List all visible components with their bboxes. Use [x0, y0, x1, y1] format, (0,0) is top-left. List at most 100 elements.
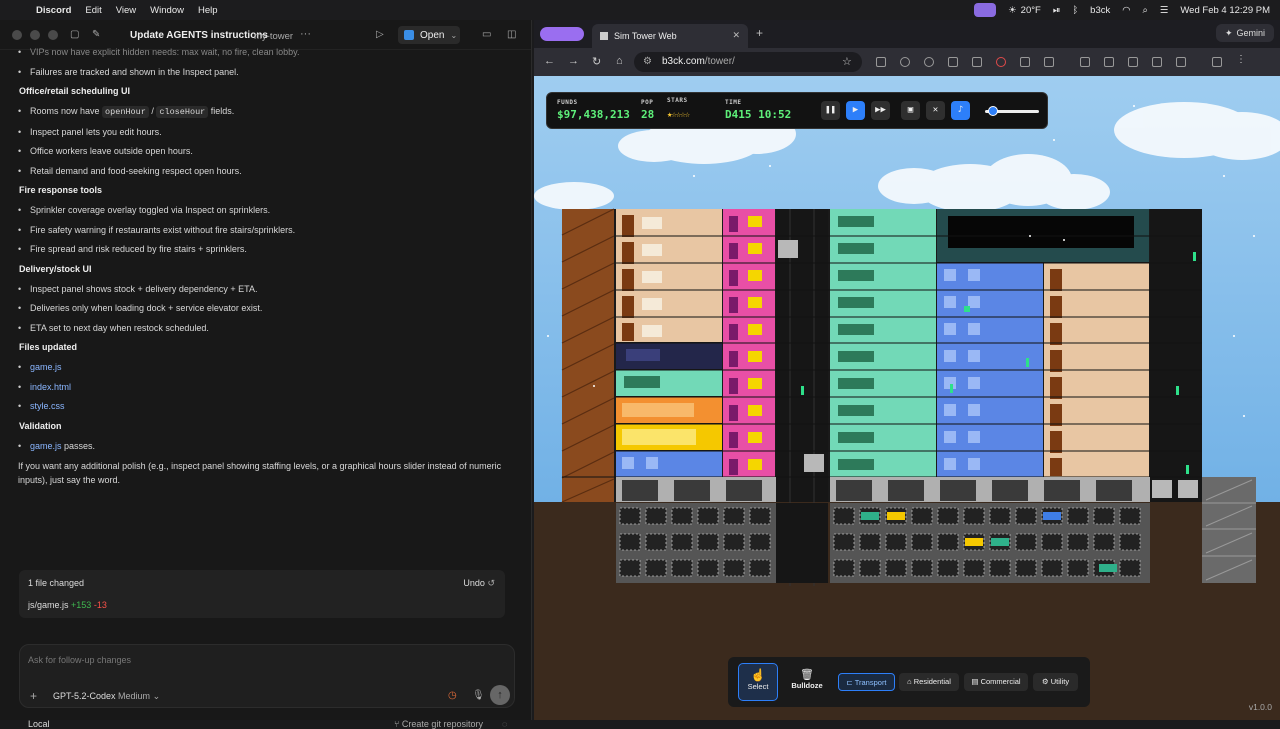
site-info-icon[interactable]: ⚙ — [643, 52, 652, 72]
media-icon[interactable]: ⏯ — [1053, 5, 1061, 16]
elevator-car[interactable] — [1178, 480, 1198, 498]
minimize-window-button[interactable] — [30, 30, 40, 40]
menu-view[interactable]: View — [116, 5, 136, 16]
music-button[interactable]: ♪ — [951, 101, 970, 120]
menu-help[interactable]: Help — [198, 5, 218, 16]
select-tool-button[interactable]: ☝ Select — [738, 663, 778, 701]
download-icon[interactable] — [1152, 57, 1162, 67]
camera-icon[interactable] — [948, 57, 958, 67]
send-button[interactable]: ↑ — [490, 685, 510, 705]
fire-stairs[interactable] — [562, 209, 614, 502]
forward-button[interactable]: → — [568, 55, 579, 67]
menu-app-name[interactable]: Discord — [36, 5, 71, 16]
category-transport[interactable]: ⊏ Transport — [838, 673, 895, 691]
tab-group-chip[interactable] — [540, 27, 584, 41]
file-link[interactable]: index.html — [30, 382, 71, 392]
run-icon[interactable]: ▷ — [376, 29, 384, 40]
extension-icon[interactable] — [924, 57, 934, 67]
file-link[interactable]: style.css — [30, 401, 65, 411]
extension-icon[interactable] — [1044, 57, 1054, 67]
ramp-column[interactable] — [1202, 477, 1256, 583]
fast-forward-button[interactable]: ▶▶ — [871, 101, 890, 120]
environment-selector[interactable]: Local — [28, 719, 50, 729]
menu-bar: Discord Edit View Window Help ☀ 20°F ⏯ ᛒ… — [0, 0, 1280, 20]
parked-car — [861, 512, 879, 520]
bookmark-star-icon[interactable]: ☆ — [842, 55, 852, 68]
pause-button[interactable]: ❚❚ — [821, 101, 840, 120]
extension-icon[interactable] — [876, 57, 886, 67]
wifi-icon[interactable]: ◠ — [1122, 5, 1130, 16]
reload-button[interactable]: ↻ — [592, 55, 601, 68]
bluetooth-icon[interactable]: ᛒ — [1072, 5, 1078, 16]
elevator-car[interactable] — [1152, 480, 1172, 498]
open-in-editor-button[interactable]: Open ⌄ — [398, 26, 460, 44]
file-link-item[interactable]: index.html — [18, 381, 508, 393]
browser-menu-icon[interactable]: ⋮ — [1236, 55, 1246, 66]
new-chat-icon[interactable]: ✎ — [92, 29, 100, 40]
more-options-icon[interactable]: ··· — [300, 28, 311, 40]
address-bar[interactable]: ⚙ b3ck.com/tower/ — [634, 52, 862, 72]
password-key-icon[interactable] — [1176, 57, 1186, 67]
changes-card: 1 file changed Undo ↺ js/game.js +153 -1… — [19, 570, 505, 618]
category-residential[interactable]: ⌂ Residential — [899, 673, 959, 691]
back-button[interactable]: ← — [544, 55, 555, 67]
weather-icon[interactable]: ☀ — [1008, 5, 1017, 16]
play-button[interactable]: ▶ — [846, 101, 865, 120]
bulldoze-tool-button[interactable]: 🗑 Bulldoze — [786, 663, 828, 701]
undo-button[interactable]: Undo ↺ — [463, 578, 495, 589]
browser-tab[interactable]: Sim Tower Web ✕ — [592, 24, 748, 48]
extension-icon[interactable] — [972, 57, 982, 67]
file-link[interactable]: game.js — [30, 441, 62, 451]
sidebar-icon[interactable] — [1104, 57, 1114, 67]
volume-slider-handle[interactable] — [988, 106, 999, 116]
add-attachment-icon[interactable]: + — [30, 689, 37, 703]
control-center-icon[interactable]: ☰ — [1160, 5, 1169, 16]
gemini-button[interactable]: ✦ Gemini — [1216, 24, 1274, 42]
browser-toolbar: ← → ↻ ⌂ ⚙ b3ck.com/tower/ ☆ ⋮ — [534, 48, 1280, 76]
follow-up-composer[interactable]: Ask for follow-up changes + GPT-5.2-Code… — [19, 644, 515, 708]
save-button[interactable]: ▣ — [901, 101, 920, 120]
file-link-item[interactable]: style.css — [18, 400, 508, 412]
tab-search-icon[interactable] — [1212, 57, 1222, 67]
extension-icon[interactable] — [996, 57, 1006, 67]
changed-file-row[interactable]: js/game.js +153 -13 — [28, 600, 107, 610]
create-git-repo-button[interactable]: ⑂ Create git repository — [394, 719, 483, 729]
code-icon[interactable] — [1128, 57, 1138, 67]
mute-sound-button[interactable]: ✕ — [926, 101, 945, 120]
usage-warning-icon[interactable]: ◷ — [448, 690, 457, 701]
file-link[interactable]: game.js — [30, 362, 62, 372]
close-window-button[interactable] — [12, 30, 22, 40]
model-selector[interactable]: GPT-5.2-Codex Medium ⌄ — [53, 691, 160, 702]
menu-window[interactable]: Window — [150, 5, 184, 16]
extension-icon[interactable] — [900, 57, 910, 67]
theater[interactable] — [948, 216, 1134, 248]
search-icon[interactable]: ⌕ — [1143, 5, 1148, 16]
game-canvas[interactable] — [534, 76, 1280, 720]
zoom-window-button[interactable] — [48, 30, 58, 40]
screen-share-icon[interactable] — [974, 3, 997, 17]
parking-garage[interactable] — [616, 503, 1150, 583]
split-view-icon[interactable]: ◫ — [507, 29, 516, 40]
terminal-icon[interactable]: ▭ — [482, 29, 491, 40]
list-item: Retail demand and food-seeking respect o… — [18, 165, 508, 177]
lobby[interactable] — [616, 477, 1150, 502]
sidebar-toggle-icon[interactable]: ▢ — [70, 29, 79, 40]
home-button[interactable]: ⌂ — [616, 55, 623, 67]
category-commercial[interactable]: ▤ Commercial — [964, 673, 1028, 691]
menu-edit[interactable]: Edit — [85, 5, 101, 16]
tab-bar: Sim Tower Web ✕ + ✦ Gemini — [534, 20, 1280, 48]
menu-user[interactable]: b3ck — [1090, 5, 1110, 16]
chevron-down-icon: ⌄ — [152, 691, 161, 701]
extensions-puzzle-icon[interactable] — [1020, 57, 1030, 67]
follow-up-input[interactable]: Ask for follow-up changes — [28, 655, 131, 665]
new-tab-button[interactable]: + — [756, 26, 763, 40]
close-tab-icon[interactable]: ✕ — [732, 30, 740, 41]
elevator-car[interactable] — [804, 454, 824, 472]
datetime[interactable]: Wed Feb 4 12:29 PM — [1180, 5, 1270, 16]
microphone-icon[interactable]: 🎙 — [472, 690, 485, 701]
cast-icon[interactable] — [1080, 57, 1090, 67]
category-utility[interactable]: ⚙ Utility — [1033, 673, 1078, 691]
elevator-car[interactable] — [778, 240, 798, 258]
file-link-item[interactable]: game.js — [18, 361, 508, 373]
model-effort: Medium — [118, 691, 151, 701]
